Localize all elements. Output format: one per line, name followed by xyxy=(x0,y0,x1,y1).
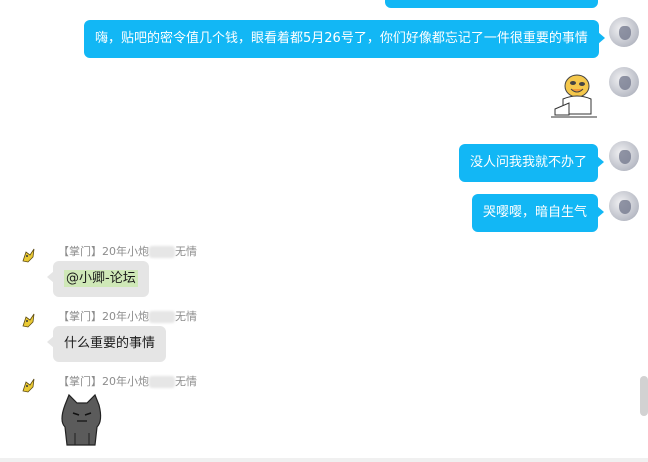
bottom-divider xyxy=(0,458,648,462)
message-text: 嗨，贴吧的密令值几个钱，眼看着都5月26号了，你们好像都忘记了一件很重要的事情 xyxy=(95,31,588,46)
sticker-image[interactable] xyxy=(549,69,599,119)
user-avatar[interactable] xyxy=(609,67,639,97)
sender-name[interactable]: 【掌门】20年小炮 无情 xyxy=(58,308,197,324)
sticker-image[interactable] xyxy=(53,393,108,451)
message-text: 什么重要的事情 xyxy=(64,336,156,351)
message-text: 没人问我我就不办了 xyxy=(470,155,588,170)
blurred-name xyxy=(149,246,175,258)
blurred-name xyxy=(149,376,175,388)
message-bubble-incoming[interactable]: 什么重要的事情 xyxy=(46,326,167,362)
mention-tag[interactable]: @小卿-论坛 xyxy=(64,270,138,287)
message-bubble-outgoing[interactable]: 哭嘤嘤，暗自生气 xyxy=(472,194,605,232)
user-avatar[interactable] xyxy=(609,141,639,171)
message-bubble-incoming[interactable]: @小卿-论坛 xyxy=(47,261,149,297)
user-avatar[interactable] xyxy=(609,191,639,221)
sender-name[interactable]: 【掌门】20年小炮 无情 xyxy=(58,373,197,389)
cat-sticker-icon xyxy=(53,393,108,451)
previous-message-bubble xyxy=(385,0,598,8)
blurred-name xyxy=(149,311,175,323)
duck-sticker-icon xyxy=(549,69,599,119)
sender-name[interactable]: 【掌门】20年小炮 无情 xyxy=(58,243,197,259)
pikachu-avatar-icon[interactable] xyxy=(20,376,38,394)
user-avatar[interactable] xyxy=(609,17,639,47)
pikachu-avatar-icon[interactable] xyxy=(20,311,38,329)
scrollbar-thumb[interactable] xyxy=(640,376,648,416)
message-bubble-outgoing[interactable]: 嗨，贴吧的密令值几个钱，眼看着都5月26号了，你们好像都忘记了一件很重要的事情 xyxy=(84,20,605,58)
message-text: 哭嘤嘤，暗自生气 xyxy=(483,205,588,220)
chat-area: 嗨，贴吧的密令值几个钱，眼看着都5月26号了，你们好像都忘记了一件很重要的事情 … xyxy=(0,0,640,462)
pikachu-avatar-icon[interactable] xyxy=(20,246,38,264)
message-bubble-outgoing[interactable]: 没人问我我就不办了 xyxy=(459,144,605,182)
